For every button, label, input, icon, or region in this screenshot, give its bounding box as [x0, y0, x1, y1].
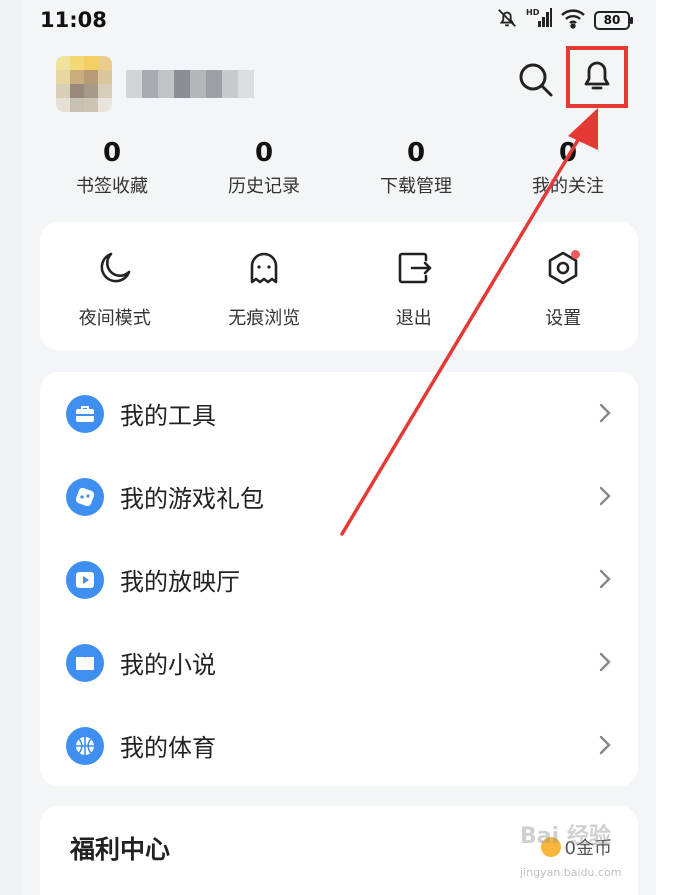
stat-downloads[interactable]: 0 下载管理 [340, 136, 492, 198]
status-time: 11:08 [40, 8, 107, 32]
watermark-url: jingyan.baidu.com [520, 866, 622, 879]
toolbox-icon [66, 394, 104, 433]
settings-button[interactable]: 设置 [489, 222, 639, 350]
menu-label: 我的游戏礼包 [120, 485, 264, 513]
stat-count: 0 [406, 138, 426, 168]
quick-label: 无痕浏览 [228, 308, 301, 329]
stat-bookmarks[interactable]: 0 书签收藏 [36, 136, 188, 198]
screen-edge [656, 0, 674, 895]
moon-icon [95, 248, 135, 288]
gamepad-icon [66, 477, 104, 516]
menu-label: 我的工具 [120, 402, 216, 430]
avatar[interactable] [56, 56, 112, 112]
night-mode-button[interactable]: 夜间模式 [40, 222, 190, 350]
menu-label: 我的放映厅 [120, 568, 240, 596]
quick-label: 夜间模式 [78, 308, 151, 329]
bell-icon [578, 56, 616, 98]
chevron-right-icon [598, 734, 612, 760]
stat-label: 书签收藏 [76, 176, 148, 197]
chevron-right-icon [598, 402, 612, 428]
menu-item-tools[interactable]: 我的工具 [40, 372, 638, 455]
svg-text:HD: HD [526, 8, 540, 17]
quick-actions-card: 夜间模式 无痕浏览 退出 设置 [40, 222, 638, 350]
logout-button[interactable]: 退出 [339, 222, 489, 350]
stat-label: 历史记录 [228, 176, 300, 197]
quick-label: 设置 [545, 308, 582, 329]
wifi-icon [560, 7, 586, 33]
bell-muted-icon [496, 7, 518, 33]
username [126, 70, 254, 98]
menu-item-novels[interactable]: 我的小说 [40, 621, 638, 704]
quick-label: 退出 [395, 308, 432, 329]
incognito-button[interactable]: 无痕浏览 [190, 222, 340, 350]
status-icons: HD 80 [496, 6, 633, 34]
battery-icon: 80 [594, 10, 633, 30]
play-icon [66, 560, 104, 599]
chevron-right-icon [598, 651, 612, 677]
signal-hd-icon: HD [526, 7, 552, 33]
stat-label: 下载管理 [380, 176, 452, 197]
stat-count: 0 [254, 138, 274, 168]
status-bar: 11:08 HD 80 [0, 0, 674, 42]
notification-button[interactable] [566, 46, 628, 108]
menu-item-theater[interactable]: 我的放映厅 [40, 538, 638, 621]
search-button[interactable] [512, 58, 560, 106]
menu-label: 我的体育 [120, 734, 216, 762]
chevron-right-icon [598, 485, 612, 511]
stat-history[interactable]: 0 历史记录 [188, 136, 340, 198]
welfare-title: 福利中心 [70, 835, 171, 864]
ghost-icon [244, 248, 284, 288]
stat-count: 0 [102, 138, 122, 168]
search-icon [517, 61, 555, 103]
watermark-logo: Bai 经验 [520, 824, 611, 849]
stat-label: 我的关注 [532, 176, 604, 197]
stats-row: 0 书签收藏 0 历史记录 0 下载管理 0 我的关注 [36, 136, 644, 198]
stat-count: 0 [558, 138, 578, 168]
menu-label: 我的小说 [120, 651, 216, 679]
chevron-right-icon [598, 568, 612, 594]
book-icon [66, 643, 104, 682]
menu-item-sports[interactable]: 我的体育 [40, 704, 638, 787]
menu-item-game-gifts[interactable]: 我的游戏礼包 [40, 455, 638, 538]
stat-following[interactable]: 0 我的关注 [492, 136, 644, 198]
basketball-icon [66, 726, 104, 765]
menu-card: 我的工具 我的游戏礼包 我的放映厅 我的小说 我的体育 [40, 372, 638, 786]
settings-icon [543, 248, 583, 288]
exit-icon [394, 248, 434, 288]
